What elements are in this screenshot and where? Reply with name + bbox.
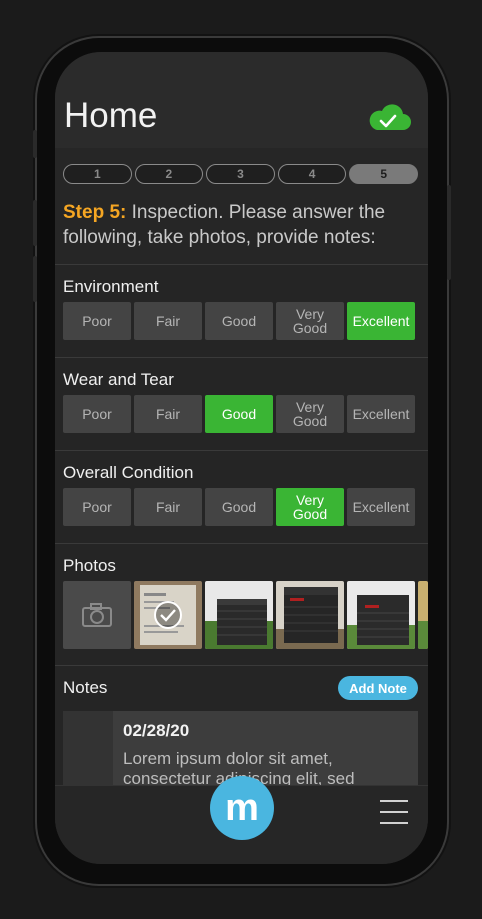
- rating-excellent[interactable]: Excellent: [347, 395, 415, 433]
- add-note-button[interactable]: Add Note: [338, 676, 418, 700]
- photos-section: Photos: [55, 543, 428, 665]
- side-button: [447, 185, 451, 280]
- rating-excellent[interactable]: Excellent: [347, 302, 415, 340]
- photo-ac-unit-image: [205, 581, 273, 649]
- rating-group: Poor Fair Good Very Good Excellent: [63, 488, 415, 526]
- step-progress: 1 2 3 4 5: [63, 164, 418, 184]
- rating-excellent[interactable]: Excellent: [347, 488, 415, 526]
- rating-group: Poor Fair Good Very Good Excellent: [63, 395, 415, 433]
- step-1[interactable]: 1: [63, 164, 132, 184]
- section-title: Environment: [63, 277, 159, 296]
- rating-poor[interactable]: Poor: [63, 302, 131, 340]
- note-date: 02/28/20: [123, 721, 190, 740]
- section-title: Notes: [63, 678, 108, 697]
- side-button: [33, 130, 37, 158]
- step-4[interactable]: 4: [277, 164, 347, 184]
- page-title: Home: [64, 96, 158, 135]
- rating-good[interactable]: Good: [205, 302, 273, 340]
- environment-section: Environment Poor Fair Good Very Good Exc…: [55, 264, 428, 357]
- rating-poor[interactable]: Poor: [63, 488, 131, 526]
- side-button: [33, 200, 37, 246]
- rating-very-good[interactable]: Very Good: [276, 488, 344, 526]
- step-label: Step 5:: [63, 202, 127, 223]
- side-button: [33, 256, 37, 302]
- rating-very-good[interactable]: Very Good: [276, 302, 344, 340]
- photo-ac-unit-image: [347, 581, 415, 649]
- app-logo-button[interactable]: m: [210, 776, 274, 840]
- rating-poor[interactable]: Poor: [63, 395, 131, 433]
- app-screen: Home 1 2 3 4 5 Step 5: Inspection. Pleas…: [55, 52, 428, 864]
- camera-icon: [82, 603, 112, 627]
- app-header: Home: [55, 52, 428, 148]
- overall-condition-section: Overall Condition Poor Fair Good Very Go…: [55, 450, 428, 543]
- step-5[interactable]: 5: [349, 164, 418, 184]
- photo-thumbnail[interactable]: [347, 581, 415, 649]
- add-photo-button[interactable]: [63, 581, 131, 649]
- rating-very-good[interactable]: Very Good: [276, 395, 344, 433]
- photo-thumbnail[interactable]: [205, 581, 273, 649]
- step-instructions: Step 5: Inspection. Please answer the fo…: [63, 200, 423, 250]
- rating-fair[interactable]: Fair: [134, 395, 202, 433]
- photo-label-image: [134, 581, 202, 649]
- note-text: Lorem ipsum dolor sit amet, consectetur …: [123, 749, 355, 788]
- rating-fair[interactable]: Fair: [134, 302, 202, 340]
- photo-thumbnail[interactable]: [276, 581, 344, 649]
- hamburger-menu-icon[interactable]: [380, 800, 408, 824]
- bottom-navigation: m: [55, 776, 428, 864]
- rating-fair[interactable]: Fair: [134, 488, 202, 526]
- rating-good[interactable]: Good: [205, 395, 273, 433]
- photo-ac-unit-image: [276, 581, 344, 649]
- photo-thumbnail[interactable]: [134, 581, 202, 649]
- photo-thumbnail[interactable]: [418, 581, 428, 649]
- step-2[interactable]: 2: [134, 164, 204, 184]
- rating-good[interactable]: Good: [205, 488, 273, 526]
- cloud-check-icon[interactable]: [367, 104, 411, 132]
- step-3[interactable]: 3: [206, 164, 275, 184]
- wear-and-tear-section: Wear and Tear Poor Fair Good Very Good E…: [55, 357, 428, 450]
- section-title: Wear and Tear: [63, 370, 174, 389]
- rating-group: Poor Fair Good Very Good Excellent: [63, 302, 415, 340]
- photo-strip: [63, 581, 428, 649]
- photo-ac-unit-image: [418, 581, 428, 649]
- section-title: Photos: [63, 556, 116, 575]
- section-title: Overall Condition: [63, 463, 194, 482]
